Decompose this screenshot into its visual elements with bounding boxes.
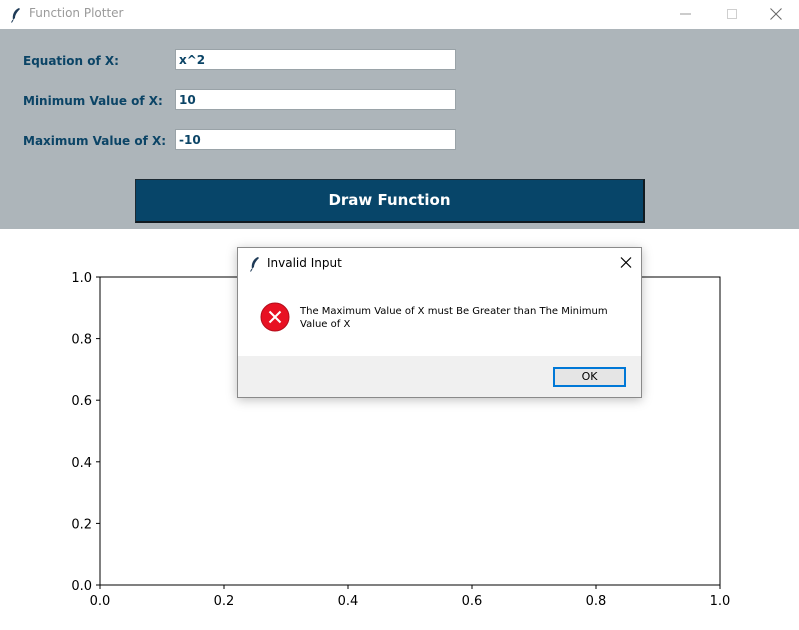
ok-button[interactable]: OK xyxy=(553,367,626,387)
error-dialog: Invalid Input The Maximum Value of X mus… xyxy=(237,247,642,398)
close-button[interactable] xyxy=(753,0,799,29)
feather-icon xyxy=(10,7,22,23)
error-icon xyxy=(260,302,290,332)
y-tick-label: 0.6 xyxy=(71,394,92,409)
x-tick-label: 0.0 xyxy=(90,594,111,609)
x-tick-label: 0.4 xyxy=(338,594,359,609)
minimize-icon xyxy=(680,13,691,15)
feather-icon xyxy=(249,256,261,272)
max-value-label: Maximum Value of X: xyxy=(23,134,167,148)
x-tick-label: 0.2 xyxy=(214,594,235,609)
minimize-button[interactable] xyxy=(663,0,709,29)
y-tick-label: 1.0 xyxy=(71,271,92,286)
equation-input[interactable] xyxy=(175,49,456,70)
y-tick-label: 0.2 xyxy=(71,517,92,532)
max-value-input[interactable] xyxy=(175,129,456,150)
close-icon xyxy=(620,257,632,268)
title-bar: Function Plotter xyxy=(0,0,799,29)
dialog-message: The Maximum Value of X must Be Greater t… xyxy=(300,306,608,330)
dialog-title: Invalid Input xyxy=(267,256,342,270)
min-value-input[interactable] xyxy=(175,89,456,110)
y-tick-label: 0.0 xyxy=(71,579,92,594)
y-tick-label: 0.8 xyxy=(71,333,92,348)
dialog-close-button[interactable] xyxy=(616,254,636,272)
maximize-icon xyxy=(727,9,737,19)
window-title: Function Plotter xyxy=(29,6,124,20)
x-tick-label: 1.0 xyxy=(710,594,731,609)
dialog-footer: OK xyxy=(238,356,641,397)
maximize-button[interactable] xyxy=(709,0,755,29)
min-value-label: Minimum Value of X: xyxy=(23,94,163,108)
input-panel: Equation of X: Minimum Value of X: Maxim… xyxy=(0,29,799,229)
equation-label: Equation of X: xyxy=(23,54,119,68)
x-tick-label: 0.8 xyxy=(586,594,607,609)
close-icon xyxy=(770,8,782,20)
draw-function-button[interactable]: Draw Function xyxy=(135,179,645,223)
y-tick-label: 0.4 xyxy=(71,456,92,471)
x-tick-label: 0.6 xyxy=(462,594,483,609)
